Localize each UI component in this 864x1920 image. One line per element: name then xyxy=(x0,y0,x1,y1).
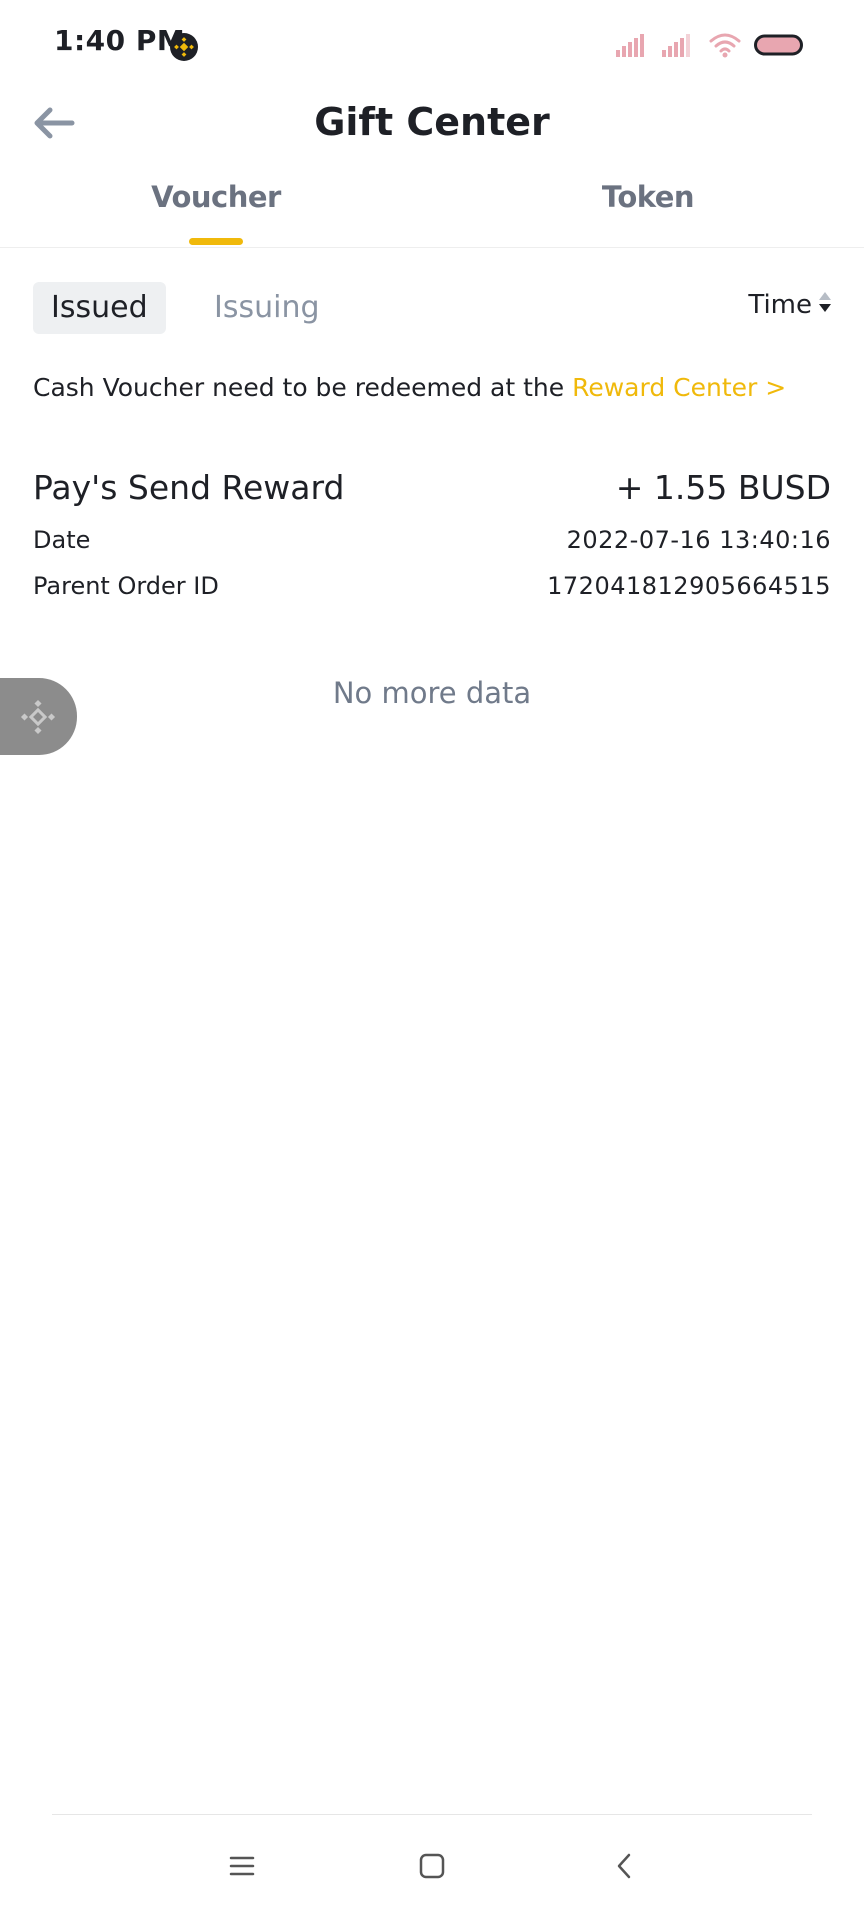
tab-indicator xyxy=(189,238,243,245)
record-date-row: Date 2022-07-16 13:40:16 xyxy=(33,526,831,572)
wifi-icon xyxy=(708,31,742,59)
filter-row: Issued Issuing Time xyxy=(0,282,864,338)
back-chevron-icon xyxy=(614,1852,634,1884)
nav-home-button[interactable] xyxy=(402,1848,462,1888)
record-amount: + 1.55 BUSD xyxy=(615,468,831,507)
signal-icon xyxy=(616,33,650,57)
status-bar: 1:40 PM xyxy=(0,0,864,84)
home-square-icon xyxy=(419,1853,445,1883)
record-date-value: 2022-07-16 13:40:16 xyxy=(566,526,831,554)
reward-center-link[interactable]: Reward Center > xyxy=(572,373,786,402)
no-more-data: No more data xyxy=(332,676,532,710)
binance-diamond-icon xyxy=(20,699,56,735)
menu-icon xyxy=(229,1855,255,1881)
record-date-label: Date xyxy=(33,526,91,554)
sort-label: Time xyxy=(748,290,812,320)
record-header-row: Pay's Send Reward + 1.55 BUSD xyxy=(33,468,831,526)
nav-divider xyxy=(52,1814,812,1815)
sort-arrows-icon xyxy=(818,290,832,320)
record-order-row: Parent Order ID 172041812905664515 xyxy=(33,572,831,618)
record-order-value: 172041812905664515 xyxy=(547,572,831,600)
page-title: Gift Center xyxy=(314,100,550,144)
tab-token[interactable]: Token xyxy=(498,180,798,214)
main-tabs: Voucher Token xyxy=(0,170,864,248)
screen: 1:40 PM Gift Center Voucher Token Issued… xyxy=(0,0,864,1920)
record-order-label: Parent Order ID xyxy=(33,572,219,600)
header: Gift Center xyxy=(0,84,864,164)
notice-text: Cash Voucher need to be redeemed at the xyxy=(33,373,565,402)
nav-menu-button[interactable] xyxy=(212,1848,272,1888)
nav-back-button[interactable] xyxy=(594,1848,654,1888)
status-icons xyxy=(616,30,804,60)
floating-assist-button[interactable] xyxy=(0,678,77,755)
status-time: 1:40 PM xyxy=(54,24,186,57)
battery-icon xyxy=(754,33,804,57)
filter-issuing-chip[interactable]: Issuing xyxy=(196,282,338,334)
sort-time-button[interactable]: Time xyxy=(748,290,832,320)
record-title: Pay's Send Reward xyxy=(33,468,345,507)
signal-icon xyxy=(662,33,696,57)
voucher-record: Pay's Send Reward + 1.55 BUSD Date 2022-… xyxy=(33,468,831,618)
tab-voucher[interactable]: Voucher xyxy=(66,180,366,214)
filter-issued-chip[interactable]: Issued xyxy=(33,282,166,334)
redeem-notice: Cash Voucher need to be redeemed at the … xyxy=(33,373,786,402)
binance-logo-icon xyxy=(170,33,198,61)
